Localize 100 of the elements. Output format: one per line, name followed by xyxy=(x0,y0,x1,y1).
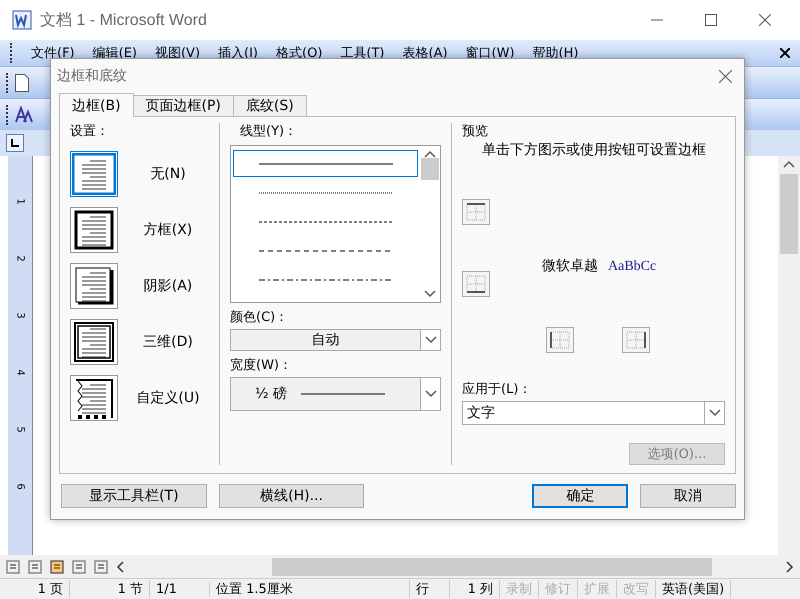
ruler-number: 5 xyxy=(14,426,26,433)
dialog-button[interactable]: 取消 xyxy=(640,484,736,508)
dialog-button[interactable]: 横线(H)... xyxy=(218,484,364,508)
width-label: 宽度(W)： xyxy=(230,357,293,375)
setting-label: 阴影(A) xyxy=(142,277,194,295)
status-section: 1 节 xyxy=(70,580,150,598)
ruler-number: 6 xyxy=(14,483,26,490)
scroll-left-icon[interactable] xyxy=(116,560,124,572)
tab[interactable]: 边框(B) xyxy=(59,93,134,117)
scrollbar-thumb[interactable] xyxy=(272,558,712,576)
tab-stop-button[interactable] xyxy=(6,134,24,152)
word-app-icon xyxy=(12,10,32,30)
apply-to-dropdown[interactable]: 文字 xyxy=(462,401,725,425)
settings-label: 设置： xyxy=(70,123,110,141)
top-border-button[interactable] xyxy=(462,199,490,225)
menu-item[interactable]: 工具(T) xyxy=(340,44,384,62)
styles-icon[interactable] xyxy=(15,106,33,124)
normal-view-icon[interactable] xyxy=(6,560,20,574)
left-border-button[interactable] xyxy=(546,327,574,353)
web-view-icon[interactable] xyxy=(28,560,42,574)
new-document-icon[interactable] xyxy=(15,74,29,92)
dialog-title: 边框和底纹 xyxy=(57,67,127,85)
border-setting-icon xyxy=(72,321,116,363)
menu-item[interactable]: 格式(O) xyxy=(276,44,322,62)
vertical-scrollbar[interactable] xyxy=(778,156,800,555)
status-position: 位置 1.5厘米 xyxy=(210,580,410,598)
toolbar-grip xyxy=(6,72,9,92)
ruler-number: 3 xyxy=(14,312,26,319)
scroll-up-icon[interactable] xyxy=(424,150,436,158)
bottom-border-button[interactable] xyxy=(462,271,490,297)
line-sample-icon xyxy=(258,278,392,282)
width-dropdown[interactable]: ½ 磅 xyxy=(230,377,441,411)
preview-label: 预览 xyxy=(462,123,489,141)
ruler-number: 4 xyxy=(14,369,26,376)
menu-item[interactable]: 文件(F) xyxy=(31,44,75,62)
line-sample-icon xyxy=(258,162,392,166)
window-title: 文档 1 - Microsoft Word xyxy=(40,10,208,30)
left-tab-icon xyxy=(11,139,19,147)
tab[interactable]: 底纹(S) xyxy=(232,95,307,117)
status-mode: 扩展 xyxy=(578,580,617,598)
close-icon[interactable] xyxy=(780,48,790,58)
line-sample-icon xyxy=(258,190,392,194)
dropdown-icon[interactable] xyxy=(708,409,720,417)
setting-label: 三维(D) xyxy=(142,333,194,351)
toolbar-grip xyxy=(6,104,9,124)
preview-hint: 单击下方图示或使用按钮可设置边框 xyxy=(482,141,707,159)
status-column: 1 列 xyxy=(450,580,500,598)
border-setting-option[interactable] xyxy=(70,263,118,309)
border-setting-icon xyxy=(72,209,116,251)
line-sample-icon xyxy=(258,220,392,224)
dialog-button[interactable]: 确定 xyxy=(532,484,628,508)
ruler-number: 2 xyxy=(14,255,26,262)
menu-item[interactable]: 插入(I) xyxy=(218,44,258,62)
menu-item[interactable]: 表格(A) xyxy=(402,44,448,62)
color-dropdown[interactable]: 自动 xyxy=(230,329,441,351)
scroll-right-icon[interactable] xyxy=(786,560,794,572)
menu-item[interactable]: 视图(V) xyxy=(154,44,200,62)
line-style-label: 线型(Y)： xyxy=(240,123,298,141)
status-mode: 录制 xyxy=(500,580,539,598)
border-setting-option[interactable] xyxy=(70,375,118,421)
line-sample-icon xyxy=(258,248,392,252)
setting-label: 自定义(U) xyxy=(135,389,201,407)
close-icon[interactable] xyxy=(759,14,771,26)
dropdown-icon[interactable] xyxy=(424,336,436,344)
menu-item[interactable]: 帮助(H) xyxy=(532,44,578,62)
preview-sample-text: AaBbCc xyxy=(608,259,656,275)
status-page: 1 页 xyxy=(0,580,70,598)
status-mode: 改写 xyxy=(617,580,656,598)
line-style-option[interactable] xyxy=(233,150,418,177)
scroll-down-icon[interactable] xyxy=(424,290,436,298)
minimize-icon[interactable] xyxy=(651,19,663,21)
status-line: 行 xyxy=(410,580,450,598)
border-setting-option[interactable] xyxy=(70,319,118,365)
status-mode: 修订 xyxy=(539,580,578,598)
apply-to-label: 应用于(L)： xyxy=(462,381,532,399)
setting-label: 无(N) xyxy=(149,165,187,183)
menu-item[interactable]: 编辑(E) xyxy=(92,44,137,62)
reading-view-icon[interactable] xyxy=(94,560,108,574)
line-style-list[interactable] xyxy=(230,145,441,303)
close-button[interactable] xyxy=(719,70,732,82)
border-setting-option[interactable] xyxy=(70,207,118,253)
scroll-up-icon[interactable] xyxy=(783,160,795,168)
scrollbar-thumb[interactable] xyxy=(421,158,439,180)
maximize-icon[interactable] xyxy=(705,14,717,26)
right-border-button[interactable] xyxy=(622,327,650,353)
tab[interactable]: 页面边框(P) xyxy=(132,95,234,117)
dropdown-icon[interactable] xyxy=(424,390,436,398)
setting-label: 方框(X) xyxy=(142,221,194,239)
status-language: 英语(美国) xyxy=(656,580,732,598)
toolbar-grip xyxy=(10,43,13,63)
status-pages: 1/1 xyxy=(150,582,210,596)
dialog-button[interactable]: 显示工具栏(T) xyxy=(61,484,207,508)
border-setting-icon xyxy=(72,153,116,195)
preview-sample-text: 微软卓越 xyxy=(542,257,598,275)
outline-view-icon[interactable] xyxy=(72,560,86,574)
menu-item[interactable]: 窗口(W) xyxy=(466,44,515,62)
scrollbar-thumb[interactable] xyxy=(780,174,798,254)
line-sample-icon xyxy=(301,393,386,395)
ruler-number: 1 xyxy=(14,198,26,205)
page-view-icon[interactable] xyxy=(50,560,64,574)
